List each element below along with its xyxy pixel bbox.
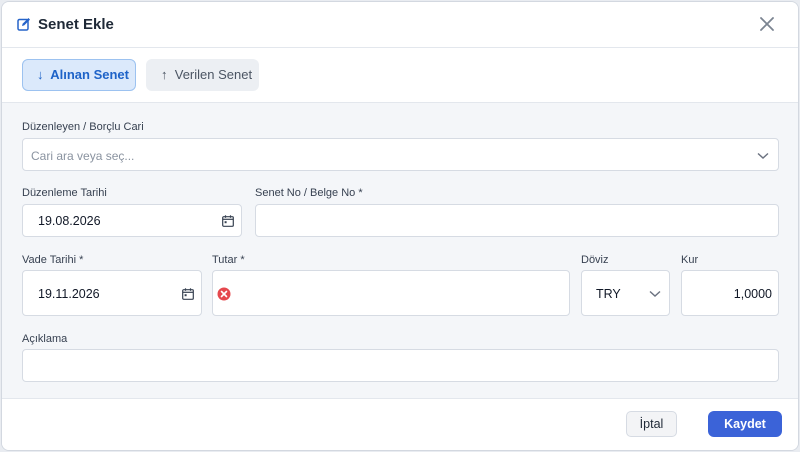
kur-input[interactable]: 1,0000: [681, 270, 779, 316]
save-button[interactable]: Kaydet: [708, 411, 782, 437]
cancel-button[interactable]: İptal: [626, 411, 677, 437]
senet-no-input[interactable]: [255, 204, 779, 237]
calendar-icon[interactable]: [222, 215, 234, 227]
arrow-down-icon: ↓: [37, 67, 44, 82]
edit-icon: [17, 18, 30, 31]
cari-label: Düzenleyen / Borçlu Cari: [22, 121, 144, 133]
aciklama-label: Açıklama: [22, 333, 68, 345]
tab-alinan-senet[interactable]: ↓ Alınan Senet: [22, 59, 136, 91]
vade-tarihi-value: 19.11.2026: [38, 287, 100, 301]
cari-select[interactable]: Cari ara veya seç...: [22, 138, 779, 171]
close-icon[interactable]: [758, 15, 776, 33]
dialog-title: Senet Ekle: [38, 16, 114, 33]
chevron-down-icon: [649, 290, 661, 297]
kur-value: 1,0000: [733, 287, 772, 301]
cari-placeholder: Cari ara veya seç...: [31, 149, 135, 163]
kur-label: Kur: [681, 254, 699, 266]
senet-ekle-dialog: Senet Ekle ↓ Alınan Senet ↑ Verilen Sene…: [1, 1, 799, 451]
duzenleme-tarihi-input[interactable]: 19.08.2026: [22, 204, 242, 237]
duzenleme-tarihi-value: 19.08.2026: [38, 214, 101, 228]
tutar-label: Tutar *: [212, 254, 245, 266]
tab-verilen-senet[interactable]: ↑ Verilen Senet: [146, 59, 259, 91]
tab-label: Verilen Senet: [174, 67, 253, 82]
senet-type-tabs: ↓ Alınan Senet ↑ Verilen Senet: [2, 48, 798, 103]
doviz-value: TRY: [596, 287, 621, 301]
dialog-footer: İptal Kaydet: [2, 398, 798, 450]
vade-tarihi-label: Vade Tarihi *: [22, 254, 84, 266]
doviz-label: Döviz: [581, 254, 609, 266]
duzenleme-tarihi-label: Düzenleme Tarihi: [22, 187, 107, 199]
tab-label: Alınan Senet: [50, 67, 129, 82]
vade-tarihi-input[interactable]: 19.11.2026: [22, 270, 202, 316]
tutar-input[interactable]: [212, 270, 570, 316]
calendar-icon[interactable]: [182, 288, 194, 300]
arrow-up-icon: ↑: [161, 67, 168, 82]
doviz-select[interactable]: TRY: [581, 270, 670, 316]
dialog-header: Senet Ekle: [2, 2, 798, 48]
chevron-down-icon: [757, 152, 769, 159]
error-icon: [217, 287, 231, 301]
aciklama-input[interactable]: [22, 349, 779, 382]
senet-no-label: Senet No / Belge No *: [255, 187, 363, 199]
